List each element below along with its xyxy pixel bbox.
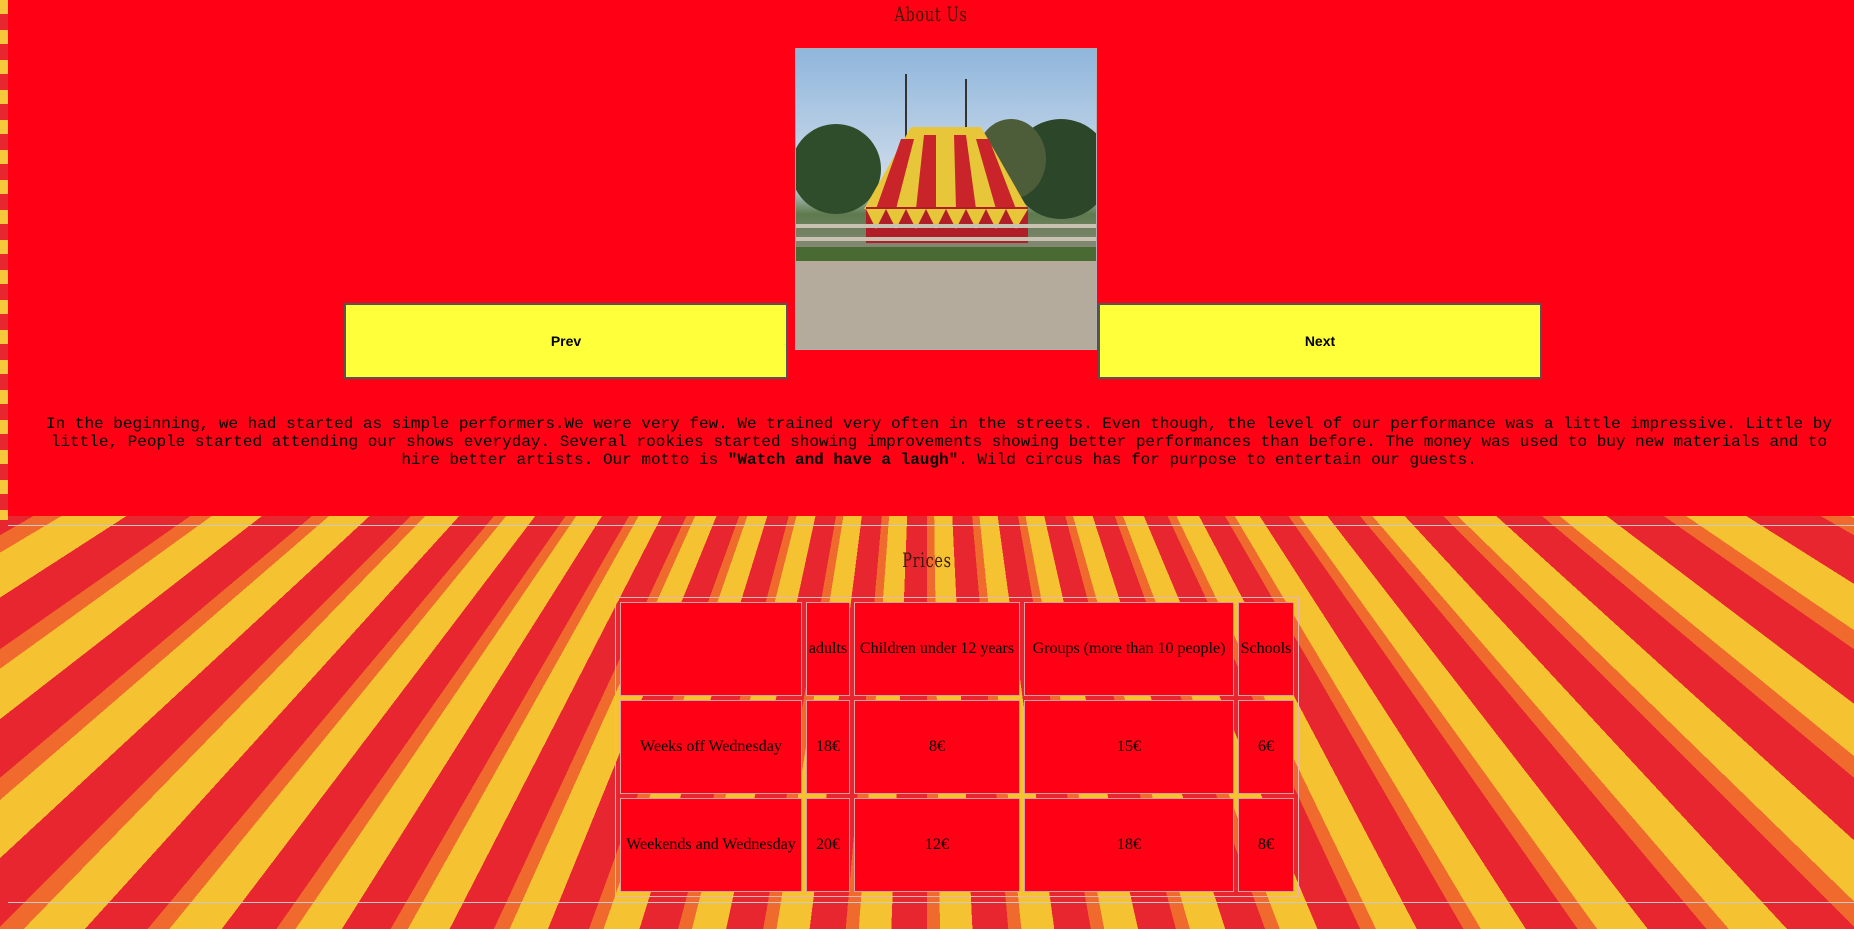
table-header-row: adults Children under 12 years Groups (m… [620,602,1294,696]
table-cell: 18€ [1024,798,1234,892]
about-text-part2: . Wild circus has for purpose to enterta… [958,451,1477,469]
table-cell: 15€ [1024,700,1234,794]
table-header-cell: adults [806,602,850,696]
about-section: About Us Prev Next In the beginning, we … [8,0,1854,516]
table-row: Weekends and Wednesday 20€ 12€ 18€ 8€ [620,798,1294,892]
table-header-cell: Groups (more than 10 people) [1024,602,1234,696]
table-header-cell: Schools [1238,602,1294,696]
circus-tent-photo [795,48,1097,350]
about-title: About Us [894,2,968,26]
prev-button[interactable]: Prev [344,303,788,379]
table-cell: 12€ [854,798,1020,892]
table-cell: 8€ [854,700,1020,794]
table-cell: 20€ [806,798,850,892]
prices-table: adults Children under 12 years Groups (m… [615,597,1299,897]
next-button[interactable]: Next [1098,303,1542,379]
prices-title: Prices [902,548,952,572]
motto-text: "Watch and have a laugh" [727,451,959,469]
table-header-cell: Children under 12 years [854,602,1020,696]
table-cell: 8€ [1238,798,1294,892]
table-cell: Weekends and Wednesday [620,798,802,892]
table-cell: Weeks off Wednesday [620,700,802,794]
table-row: Weeks off Wednesday 18€ 8€ 15€ 6€ [620,700,1294,794]
circus-tent-image [796,49,1096,349]
table-header-cell [620,602,802,696]
decorative-stripes [0,0,8,520]
divider [8,525,1854,526]
table-cell: 18€ [806,700,850,794]
table-cell: 6€ [1238,700,1294,794]
bottom-divider [8,902,1854,903]
about-description: In the beginning, we had started as simp… [38,415,1840,469]
